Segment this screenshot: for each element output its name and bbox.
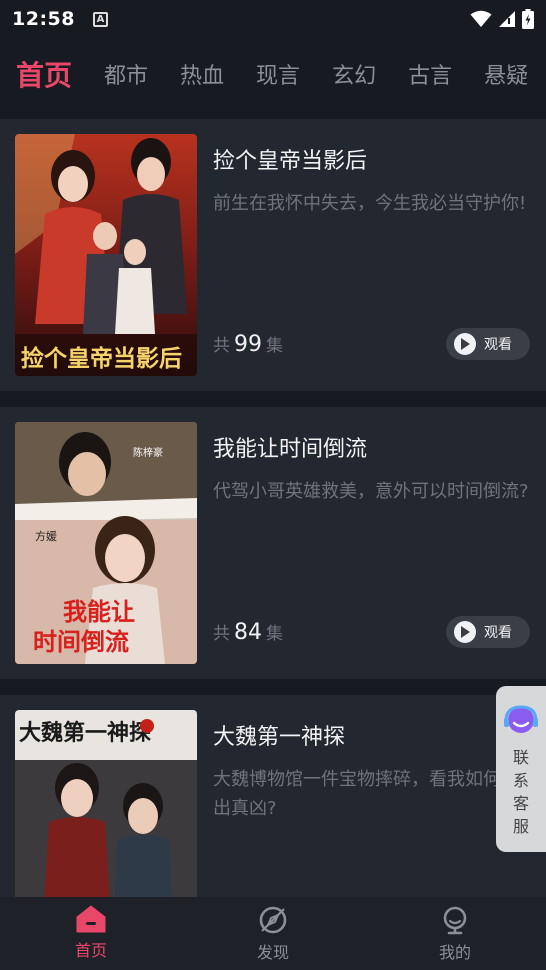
episode-count: 共 99 集 [213, 331, 283, 357]
notification-a-icon: A [92, 11, 108, 27]
nav-discover[interactable]: 发现 [182, 897, 364, 970]
watch-label: 观看 [484, 625, 512, 641]
watch-button[interactable]: 观看 [446, 328, 530, 360]
svg-text:方媛: 方媛 [35, 529, 57, 543]
tab-urban[interactable]: 都市 [104, 58, 148, 90]
episode-number: 99 [234, 332, 262, 357]
drama-description: 大魏博物馆一件宝物摔碎，看我如何找出真凶? [213, 769, 519, 819]
play-icon [454, 621, 476, 643]
episode-prefix: 共 [213, 624, 230, 644]
drama-poster[interactable]: 捡个皇帝当影后 [15, 134, 197, 376]
tab-hotblood[interactable]: 热血 [180, 58, 224, 90]
svg-text:时间倒流: 时间倒流 [33, 627, 129, 656]
episode-prefix: 共 [213, 336, 230, 356]
tab-modern-romance[interactable]: 现言 [256, 58, 300, 90]
customer-service-label: 联系客服 [512, 748, 529, 836]
compass-icon [259, 906, 287, 934]
status-icons [470, 9, 534, 29]
episode-suffix: 集 [266, 624, 283, 644]
episode-count: 共 84 集 [213, 619, 283, 645]
wifi-icon [470, 10, 492, 27]
drama-feed: 捡个皇帝当影后 捡个皇帝当影后 前生在我怀中失去，今生我必当守护你! 共 99 … [0, 119, 546, 970]
drama-title[interactable]: 大魏第一神探 [213, 719, 345, 751]
home-icon [76, 905, 106, 933]
signal-icon [499, 11, 515, 27]
tab-fantasy[interactable]: 玄幻 [332, 58, 376, 90]
svg-text:大魏第一神探: 大魏第一神探 [19, 720, 151, 746]
drama-card[interactable]: 陈梓豪 方媛 我能让 时间倒流 我能让时间倒流 代驾小哥英雄救美，意外可以时间倒… [0, 407, 546, 679]
status-time: 12:58 [12, 8, 75, 30]
nav-home-label: 首页 [74, 941, 107, 960]
category-tabs: 首页 都市 热血 现言 玄幻 古言 悬疑 [0, 46, 546, 102]
svg-text:我能让: 我能让 [63, 597, 135, 626]
tab-suspense[interactable]: 悬疑 [484, 58, 528, 90]
drama-title[interactable]: 我能让时间倒流 [213, 431, 367, 463]
watch-button[interactable]: 观看 [446, 616, 530, 648]
battery-icon [522, 9, 534, 29]
bottom-nav: 首页 发现 我的 [0, 897, 546, 970]
svg-text:捡个皇帝当影后: 捡个皇帝当影后 [21, 345, 182, 372]
svg-text:陈梓豪: 陈梓豪 [133, 446, 163, 459]
nav-home[interactable]: 首页 [0, 897, 182, 970]
nav-profile-label: 我的 [438, 943, 471, 962]
drama-description: 前生在我怀中失去，今生我必当守护你! [213, 193, 527, 214]
episode-suffix: 集 [266, 336, 283, 356]
drama-title[interactable]: 捡个皇帝当影后 [213, 143, 367, 175]
episode-number: 84 [234, 620, 262, 645]
tab-home[interactable]: 首页 [16, 54, 72, 94]
status-bar: 12:58 A [0, 0, 546, 38]
nav-profile[interactable]: 我的 [364, 897, 546, 970]
drama-poster[interactable]: 陈梓豪 方媛 我能让 时间倒流 [15, 422, 197, 664]
customer-service-button[interactable]: 联系客服 [496, 686, 546, 852]
nav-discover-label: 发现 [256, 943, 289, 962]
drama-card[interactable]: 捡个皇帝当影后 捡个皇帝当影后 前生在我怀中失去，今生我必当守护你! 共 99 … [0, 119, 546, 391]
watch-label: 观看 [484, 337, 512, 353]
profile-icon [443, 906, 467, 935]
tab-ancient-romance[interactable]: 古言 [408, 58, 452, 90]
drama-description: 代驾小哥英雄救美，意外可以时间倒流? [213, 481, 529, 502]
customer-service-icon [504, 705, 538, 733]
play-icon [454, 333, 476, 355]
